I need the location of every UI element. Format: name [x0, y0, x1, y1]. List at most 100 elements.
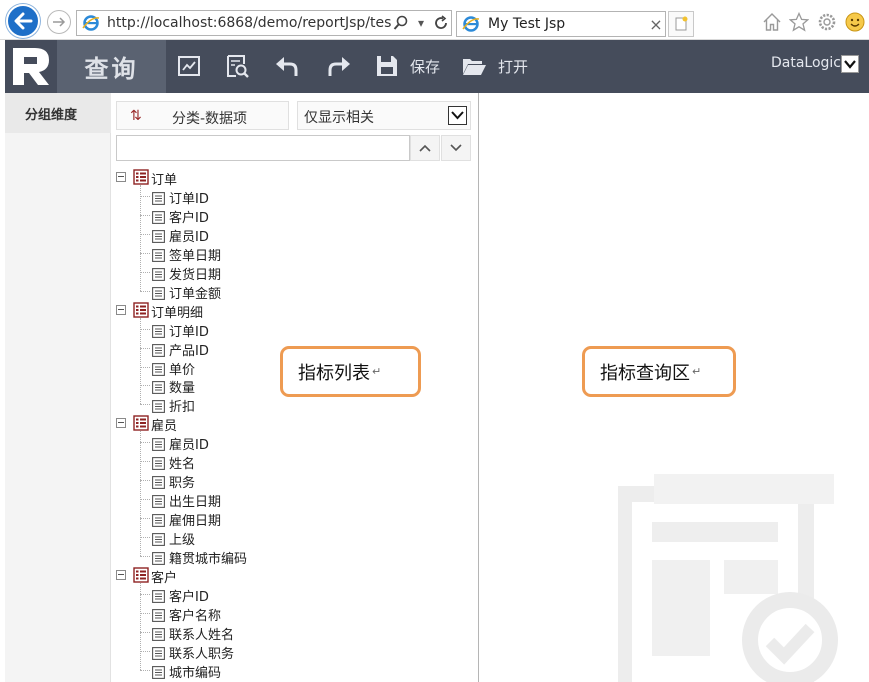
tree-field-label: 姓名: [169, 457, 196, 473]
tree-group-label: 雇员: [151, 419, 178, 435]
tree-group[interactable]: 客户: [111, 566, 351, 586]
tree-field[interactable]: 联系人姓名: [111, 623, 351, 643]
smiley-icon[interactable]: [845, 12, 865, 32]
chart-report-icon[interactable]: [175, 52, 203, 80]
tree-field-label: 订单ID: [169, 191, 209, 207]
field-icon: [152, 228, 165, 243]
forward-button[interactable]: [47, 10, 71, 34]
field-icon: [152, 379, 165, 395]
tree-field-label: 产品ID: [169, 343, 209, 359]
search-report-icon[interactable]: [223, 52, 251, 80]
arrow-left-icon: [14, 12, 33, 30]
tree-field[interactable]: 雇佣日期: [111, 509, 351, 530]
left-rail: 分组维度: [5, 93, 111, 682]
rail-item-group-dimension[interactable]: 分组维度: [5, 93, 111, 133]
tree-field[interactable]: 职务: [111, 471, 351, 492]
callout-metric-list: 指标列表 ↵: [280, 346, 421, 397]
field-icon: [152, 645, 165, 660]
field-icon: [152, 474, 165, 490]
scroll-down-button[interactable]: [441, 135, 471, 161]
tree-field[interactable]: 城市编码: [111, 661, 351, 681]
query-tab[interactable]: 查询: [57, 40, 166, 93]
tree-group[interactable]: 雇员: [111, 414, 351, 435]
tree-field[interactable]: 订单金额: [111, 282, 351, 302]
tree-field[interactable]: 签单日期: [111, 244, 351, 264]
tree-field-label: 上级: [169, 533, 196, 549]
tree-group-label: 客户: [151, 570, 178, 586]
app-toolbar: 查询 保存 打开 DataLogic: [5, 40, 869, 93]
return-mark: ↵: [692, 365, 702, 378]
tree-field-label: 客户名称: [169, 608, 222, 624]
tree-field[interactable]: 客户名称: [111, 604, 351, 624]
tree-field[interactable]: 客户ID: [111, 206, 351, 226]
user-dropdown[interactable]: [841, 55, 859, 73]
tree-field[interactable]: 雇员ID: [111, 433, 351, 454]
collapse-toggle-icon[interactable]: [116, 304, 126, 315]
user-name[interactable]: DataLogic: [771, 55, 841, 71]
sort-button[interactable]: ⇅ 分类-数据项: [116, 101, 289, 130]
field-search-input[interactable]: [116, 135, 410, 161]
field-icon: [152, 361, 165, 376]
tree-field-label: 订单金额: [169, 286, 222, 302]
save-icon[interactable]: [373, 52, 401, 80]
tree-field-label: 出生日期: [169, 495, 222, 511]
redo-icon[interactable]: [325, 52, 353, 80]
filter-selected-value: 仅显示相关: [304, 110, 374, 126]
table-icon: [133, 415, 149, 432]
open-button[interactable]: 打开: [498, 56, 528, 77]
tree-field-label: 雇员ID: [169, 229, 209, 245]
address-bar[interactable]: http://localhost:6868/demo/reportJsp/tes…: [76, 10, 452, 36]
tree-field-label: 数量: [169, 381, 196, 397]
tree-field-label: 订单ID: [169, 324, 209, 340]
ie-tab-icon: [462, 16, 480, 32]
tree-field[interactable]: 发货日期: [111, 263, 351, 283]
tree-field[interactable]: 出生日期: [111, 490, 351, 511]
tree-field[interactable]: 籍贯城市编码: [111, 547, 351, 567]
sort-label: 分类-数据项: [172, 111, 248, 127]
tree-field[interactable]: 姓名: [111, 452, 351, 473]
close-tab-icon[interactable]: ×: [647, 15, 665, 34]
tree-field[interactable]: 订单ID: [111, 187, 351, 207]
callout-query-area: 指标查询区 ↵: [582, 346, 736, 397]
tree-field-label: 签单日期: [169, 248, 222, 264]
chevron-up-icon: [419, 144, 431, 152]
chevron-down-icon[interactable]: ▾: [411, 12, 431, 34]
tree-group[interactable]: 订单明细: [111, 301, 351, 321]
star-icon[interactable]: [789, 12, 809, 32]
new-tab-button[interactable]: [668, 11, 694, 37]
tree-group[interactable]: 订单: [111, 168, 351, 188]
filter-select[interactable]: 仅显示相关: [297, 101, 471, 130]
field-icon: [152, 247, 165, 262]
url-text[interactable]: http://localhost:6868/demo/reportJsp/tes…: [107, 15, 391, 31]
folder-open-icon[interactable]: [460, 52, 488, 80]
undo-icon[interactable]: [273, 52, 301, 80]
field-icon: [152, 607, 165, 622]
filter-dropdown-button[interactable]: [448, 106, 467, 125]
tree-field[interactable]: 上级: [111, 528, 351, 549]
app-logo-icon: [13, 48, 49, 85]
table-icon: [133, 567, 149, 583]
tree-field-label: 单价: [169, 362, 196, 378]
tree-field-label: 雇佣日期: [169, 514, 222, 530]
tree-field-label: 职务: [169, 476, 196, 492]
collapse-toggle-icon[interactable]: [116, 172, 126, 182]
save-button[interactable]: 保存: [410, 56, 440, 77]
home-icon[interactable]: [762, 12, 782, 32]
gear-icon[interactable]: [817, 12, 837, 32]
return-mark: ↵: [372, 365, 382, 378]
tree-field[interactable]: 客户ID: [111, 585, 351, 605]
tree-connector: [140, 317, 141, 405]
tree-field[interactable]: 订单ID: [111, 320, 351, 340]
tree-field[interactable]: 雇员ID: [111, 225, 351, 245]
back-button[interactable]: [6, 4, 40, 38]
collapse-toggle-icon[interactable]: [116, 569, 126, 580]
tree-field[interactable]: 联系人职务: [111, 642, 351, 662]
tree-field-label: 雇员ID: [169, 438, 209, 454]
collapse-toggle-icon[interactable]: [116, 418, 126, 429]
tree-field[interactable]: 折扣: [111, 395, 351, 415]
tree-field-label: 城市编码: [169, 665, 222, 681]
scroll-up-button[interactable]: [410, 135, 440, 161]
browser-tab[interactable]: My Test Jsp ×: [456, 11, 666, 37]
refresh-icon[interactable]: [431, 12, 451, 34]
search-icon[interactable]: [391, 12, 411, 34]
